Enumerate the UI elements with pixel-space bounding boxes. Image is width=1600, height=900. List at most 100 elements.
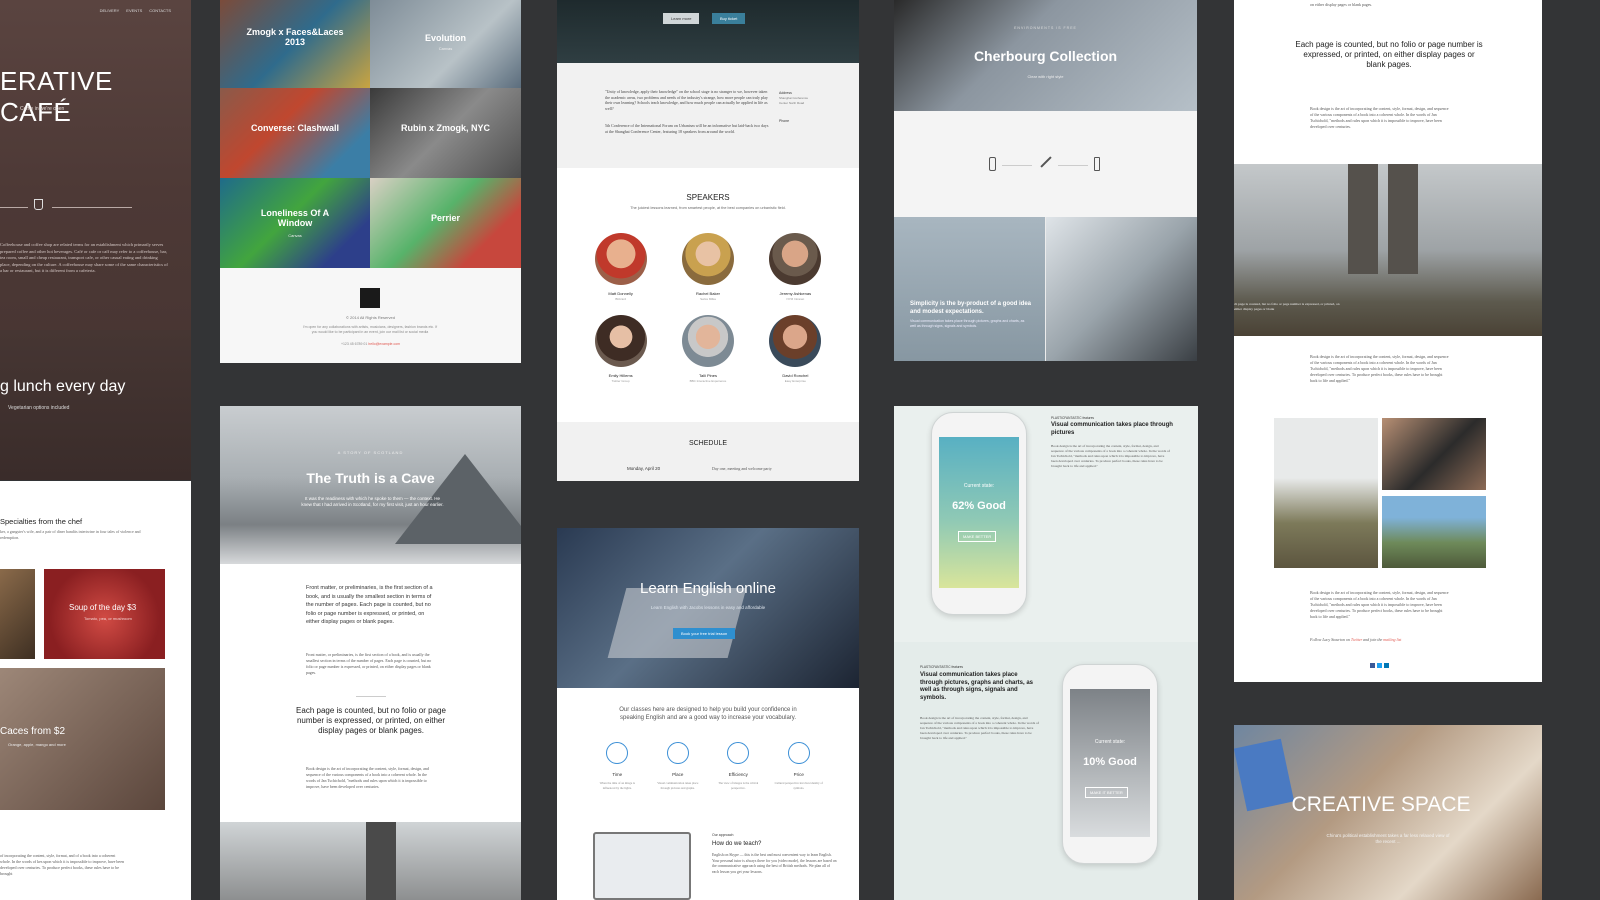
phone-screen-2: Current state: 10% Good MAKE IT BETTER <box>1070 689 1150 837</box>
cafe-menu-card: Specialties from the chef ker, a gangste… <box>0 481 191 900</box>
gallery-tile-loneliness[interactable]: Loneliness Of A Window Canvas <box>220 178 370 268</box>
chart-icon <box>727 742 750 764</box>
simplicity-subtitle: Visual communication takes place through… <box>910 319 1025 328</box>
follow-middle: and join the <box>1363 637 1383 642</box>
feature-item: Place Visual communication takes place t… <box>648 742 709 790</box>
speaker-card[interactable]: Jeremy Ashkenas NYM Intranet <box>752 233 839 301</box>
linkedin-icon[interactable] <box>1384 663 1389 668</box>
divider-line <box>356 696 386 697</box>
price-tag-icon <box>787 742 810 764</box>
facebook-icon[interactable] <box>1370 663 1375 668</box>
gallery-tile-rubin[interactable]: Rubin x Zmogk, NYC <box>370 88 521 178</box>
speakers-title: SPEAKERS <box>686 193 730 202</box>
gallery-tile-faces[interactable]: Zmogk x Faces&Laces 2013 <box>220 0 370 88</box>
make-better-button[interactable]: MAKE BETTER <box>958 531 997 542</box>
speaker-name: Matt Donnelly <box>608 291 633 296</box>
truth-para-3: Book design is the art of incorporating … <box>306 766 429 789</box>
tile-title: Converse: Clashwall <box>250 123 340 133</box>
truth-para-2: Front matter, or preliminaries, is the f… <box>306 652 432 675</box>
phone-state-label: Current state: <box>1094 739 1126 745</box>
specialties-text: ker, a gangster's wife, and a pair of di… <box>0 529 141 540</box>
speaker-card[interactable]: Emily Hillems Twitter Group <box>577 315 664 383</box>
truth-title: The Truth is a Cave <box>306 470 435 486</box>
intro-text-1: "Unity of knowledge, apply their knowled… <box>605 89 768 111</box>
feature-item: Efficiency The view of images is the cri… <box>708 742 769 790</box>
divider-line <box>52 207 132 208</box>
mailing-list-link[interactable]: mailing list <box>1383 637 1401 642</box>
approach-kicker: Our approach <box>712 833 734 837</box>
book-trial-button[interactable]: Book your free trial lesson <box>673 628 736 639</box>
laptop-preview <box>593 832 691 900</box>
feature-item: Price Cultural perspective involves iden… <box>769 742 830 790</box>
plastic-text-1: Book design is the art of incorporating … <box>1051 444 1170 468</box>
phone-screen-1: Current state: 62% Good MAKE BETTER <box>939 437 1019 588</box>
pen-icon <box>1040 156 1052 168</box>
truth-footer-image <box>220 822 521 900</box>
lunch-title: g lunch every day <box>0 378 126 395</box>
bottle-icon <box>989 157 996 171</box>
speaker-card[interactable]: David Ronchel Easy Enterprise <box>752 315 839 383</box>
plastic-title-2: Visual communication takes place through… <box>920 672 1034 701</box>
gallery-logo <box>360 288 380 308</box>
soup-tile[interactable]: Soup of the day $3 Tomato, pea, or mushr… <box>44 569 165 659</box>
buy-ticket-button[interactable]: Buy ticket <box>712 13 746 24</box>
feature-label: Time <box>612 772 623 777</box>
cafe-tagline: Come in we're open <box>20 106 65 112</box>
truth-card: A STORY OF SCOTLAND The Truth is a Cave … <box>220 406 521 900</box>
twitter-link[interactable]: Twitter <box>1351 637 1362 642</box>
feature-label: Efficiency <box>728 772 748 777</box>
soup-title: Soup of the day $3 <box>69 603 137 612</box>
divider-line <box>0 207 28 208</box>
cafe-card: DELIVERY EVENTS CONTACTS ERATIVE CAFÉ Co… <box>0 0 191 480</box>
speaker-avatar <box>594 315 647 367</box>
speaker-role: Blizzard <box>615 297 626 301</box>
make-it-better-button[interactable]: MAKE IT BETTER <box>1085 787 1128 798</box>
speaker-card[interactable]: Matt Donnelly Blizzard <box>577 233 664 301</box>
speaker-card[interactable]: Rachel Baker Swiss Milka <box>664 233 751 301</box>
speaker-avatar <box>681 233 734 285</box>
cafe-about-text: Coffeehouse and coffee shop are related … <box>0 242 168 273</box>
gallery-tile-converse[interactable]: Converse: Clashwall <box>220 88 370 178</box>
gallery-tile-perrier[interactable]: Perrier <box>370 178 521 268</box>
train-image <box>1046 217 1197 361</box>
speaker-name: Talli Pines <box>698 373 717 378</box>
blog-para-3: Book design is the art of incorporating … <box>1310 590 1449 619</box>
image-caption: ch page is counted, but no folio or page… <box>1234 302 1340 311</box>
features-row: Time When the time of an image is influe… <box>587 742 829 790</box>
cakes-title: Caces from $2 <box>0 726 66 737</box>
speaker-avatar <box>769 315 822 367</box>
twitter-icon[interactable] <box>1377 663 1382 668</box>
speaker-name: Emily Hillems <box>608 373 633 378</box>
cakes-subtitle: Orange, apple, mango and more <box>8 742 66 747</box>
nav-delivery[interactable]: DELIVERY <box>100 8 120 13</box>
phone-state-value: 10% Good <box>1083 756 1137 768</box>
cherbourg-card: ENVIRONMENTS IS FREE Cherbourg Collectio… <box>894 0 1197 361</box>
tile-title: Evolution <box>425 33 466 43</box>
blog-top-text: on either display pages or blank pages. <box>1310 2 1373 7</box>
plastic-kicker-2: PLASTICFANTASTIC features <box>920 665 963 669</box>
learn-more-button[interactable]: Learn more <box>663 13 700 24</box>
follow-line: Follow Lucy Stourton on Twitter and join… <box>1310 637 1401 642</box>
plastic-title-1: Visual communication takes place through… <box>1051 422 1173 436</box>
spray-icon <box>1094 157 1100 171</box>
clock-icon <box>606 742 629 764</box>
nav-events[interactable]: EVENTS <box>126 8 142 13</box>
cherbourg-subtitle: Clear with right style <box>1027 74 1064 79</box>
gallery-contact: +123 45 6789 01 hello@example.com <box>220 342 521 346</box>
simplicity-title: Simplicity is the by-product of a good i… <box>910 301 1032 315</box>
speaker-card[interactable]: Talli Pines BBC Interactive Experience <box>664 315 751 383</box>
photo-valley <box>1382 496 1486 568</box>
location-icon <box>666 742 689 764</box>
coffee-cup-icon <box>34 199 43 210</box>
truth-para-1: Front matter, or preliminaries, is the f… <box>306 585 433 625</box>
legs-shape <box>366 822 396 900</box>
speaker-avatar <box>594 233 647 285</box>
gallery-tile-evolution[interactable]: Evolution Canvas <box>370 0 521 88</box>
email-link[interactable]: hello@example.com <box>368 342 400 346</box>
nav-contacts[interactable]: CONTACTS <box>149 8 171 13</box>
speaker-name: Rachel Baker <box>695 291 720 296</box>
phone-label: Phone <box>779 119 790 123</box>
laptop-shape <box>607 588 747 658</box>
cakes-tile[interactable]: Caces from $2 Orange, apple, mango and m… <box>0 668 165 810</box>
feature-item: Time When the time of an image is influe… <box>587 742 648 790</box>
